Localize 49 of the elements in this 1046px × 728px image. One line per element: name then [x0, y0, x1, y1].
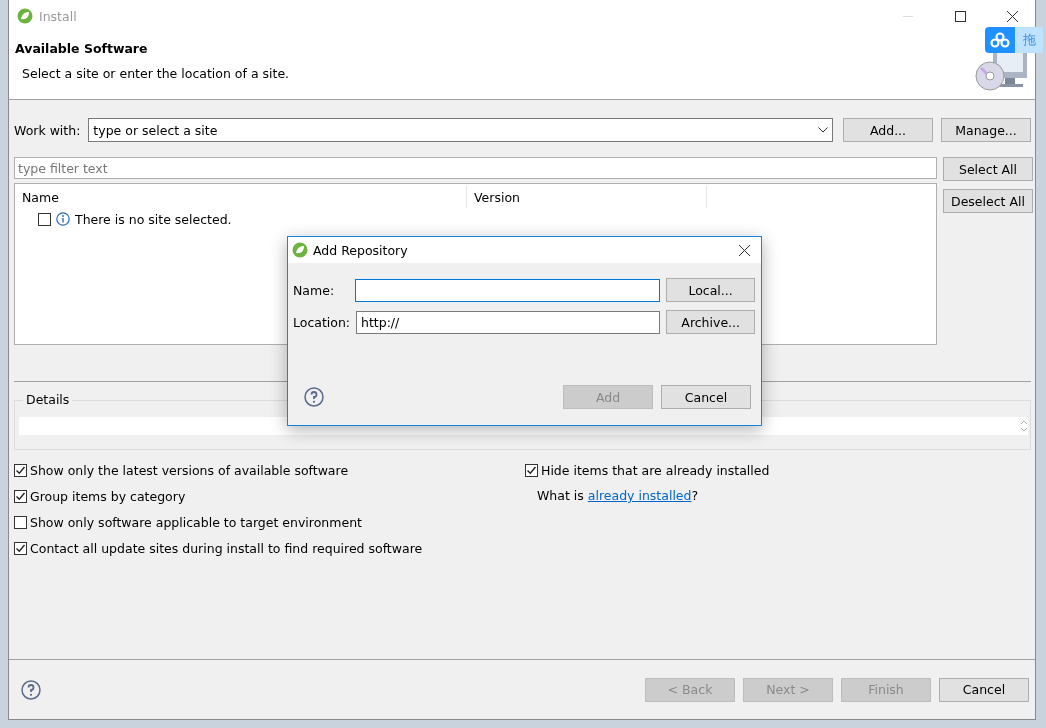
checkbox[interactable]: [14, 489, 27, 503]
work-with-label: Work with:: [14, 122, 81, 138]
scroll-arrows-icon: [1020, 419, 1028, 433]
archive-button[interactable]: Archive...: [666, 310, 755, 334]
location-field[interactable]: http://: [356, 310, 661, 334]
details-label: Details: [23, 392, 73, 407]
checkbox[interactable]: [14, 515, 27, 529]
cloud-icon: [990, 32, 1010, 48]
checkbox[interactable]: [525, 463, 538, 477]
column-header[interactable]: Version: [467, 186, 707, 208]
leaf-logo-icon: [292, 242, 308, 258]
cancel-button[interactable]: Cancel: [661, 385, 751, 409]
checkbox[interactable]: [14, 541, 27, 555]
widget-label: 拖: [1015, 27, 1043, 53]
filter-field[interactable]: type filter text: [14, 157, 937, 179]
option-label: Show only software applicable to target environment: [30, 514, 362, 530]
option-label: Show only the latest versions of available software: [30, 462, 349, 478]
name-field[interactable]: [355, 278, 661, 302]
page-title: Available Software: [15, 41, 149, 56]
leaf-logo-icon: [17, 8, 33, 24]
field-label: Location:: [293, 314, 350, 330]
close-icon: [1006, 10, 1018, 22]
option-label: Group items by category: [30, 488, 186, 504]
help-icon[interactable]: [21, 679, 41, 700]
field-label: Name:: [293, 282, 336, 298]
add-button[interactable]: Add...: [843, 118, 933, 142]
checkbox[interactable]: [38, 212, 51, 226]
cancel-button[interactable]: Cancel: [939, 677, 1029, 702]
row-text: There is no site selected.: [75, 211, 232, 227]
local-button[interactable]: Local...: [666, 278, 755, 302]
minimize-icon: [903, 15, 913, 17]
deselect-all-button[interactable]: Deselect All: [943, 189, 1033, 213]
manage-button[interactable]: Manage...: [941, 118, 1031, 142]
option-label: Hide items that are already installed: [541, 462, 770, 478]
column-header[interactable]: Name: [15, 186, 467, 208]
checkbox[interactable]: [14, 463, 27, 477]
maximize-icon: [954, 10, 966, 22]
already-installed-link[interactable]: already installed: [587, 488, 692, 503]
info-icon: [56, 212, 70, 226]
option-label: Contact all update sites during install to find required software: [30, 540, 423, 556]
help-icon[interactable]: [304, 387, 324, 407]
chevron-down-icon: [818, 127, 828, 133]
installed-note: What is already installed?: [536, 488, 700, 504]
close-icon: [738, 244, 750, 256]
window-title: Install: [39, 8, 78, 24]
page-subtitle: Select a site or enter the location of a site.: [21, 66, 291, 81]
dialog-title: Add Repository: [313, 242, 409, 258]
select-all-button[interactable]: Select All: [943, 157, 1033, 181]
site-combo[interactable]: type or select a site: [88, 118, 833, 142]
